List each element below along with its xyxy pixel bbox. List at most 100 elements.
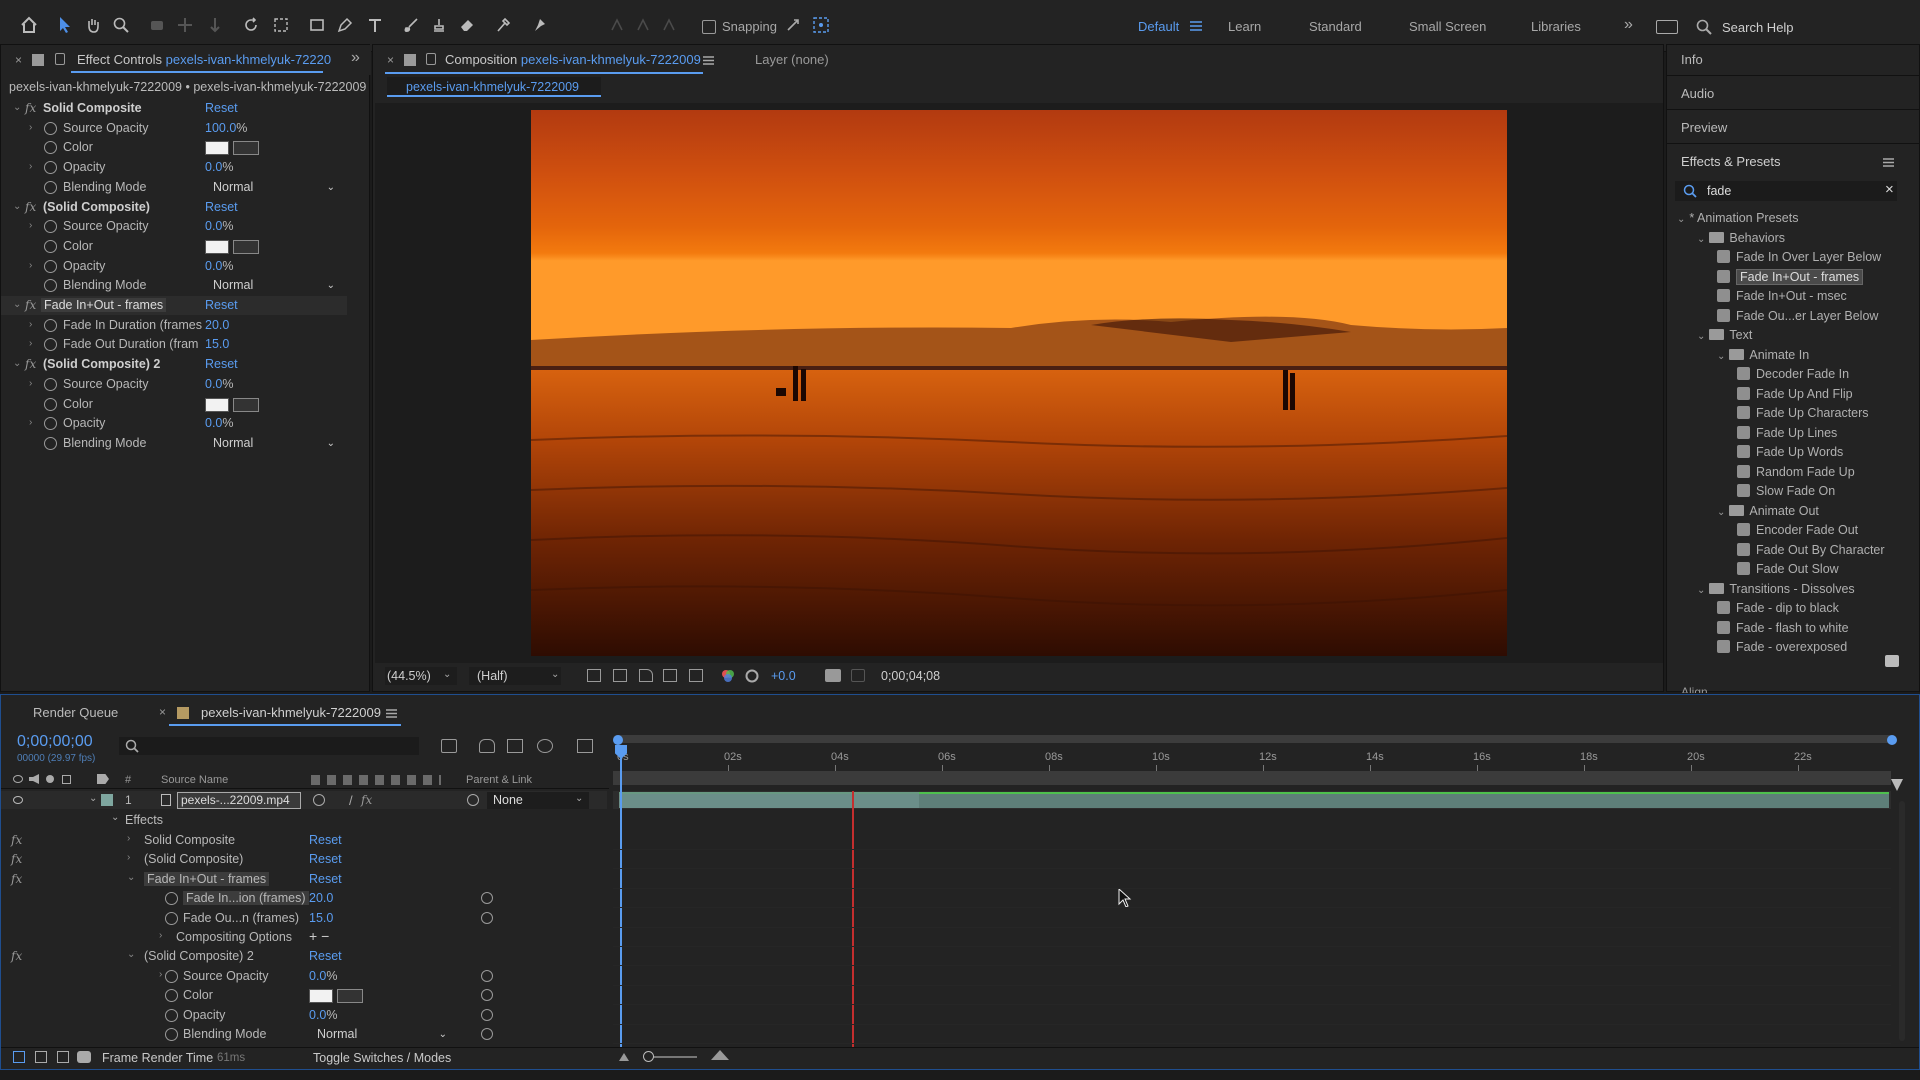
guides-grid-icon[interactable]: [689, 669, 703, 682]
comp-timecode[interactable]: 0;00;04;08: [881, 669, 940, 683]
stopwatch-icon[interactable]: [165, 1028, 178, 1041]
eyedropper-icon[interactable]: [337, 989, 363, 1004]
timeline-search-input[interactable]: [119, 737, 419, 755]
workspace-overflow-icon[interactable]: »: [1624, 16, 1633, 34]
color-swatch[interactable]: [205, 141, 229, 156]
keyframe-marker[interactable]: [620, 949, 623, 965]
effect-header-row[interactable]: ⌄ fx Fade In+Out - frames Reset: [1, 296, 347, 315]
stopwatch-icon[interactable]: [44, 279, 57, 293]
tab-render-queue[interactable]: Render Queue: [33, 705, 118, 720]
chevron-down-icon[interactable]: ⌄: [1677, 214, 1685, 225]
reset-button[interactable]: Reset: [309, 949, 342, 963]
blending-mode-dropdown[interactable]: Normal ⌄: [205, 277, 341, 294]
lock-icon[interactable]: [62, 775, 71, 784]
property-value[interactable]: 0.0%: [205, 160, 234, 174]
chevron-down-icon[interactable]: ⌄: [1697, 585, 1705, 596]
align-panel-tab[interactable]: Align: [1681, 685, 1708, 693]
reset-button[interactable]: Reset: [205, 200, 238, 214]
preset-item[interactable]: Fade Up Words: [1737, 445, 1843, 459]
clone-stamp-tool-icon[interactable]: [428, 14, 450, 36]
timeline-property-row[interactable]: fx ⌄ (Solid Composite) 2 Reset: [1, 947, 607, 966]
axis-local-icon[interactable]: [606, 14, 628, 36]
timeline-property-row[interactable]: › Source Opacity 0.0%: [1, 967, 607, 986]
fx-icon[interactable]: fx: [11, 833, 22, 847]
shy-layers-icon[interactable]: [507, 739, 523, 753]
preset-folder[interactable]: ⌄ Animate Out: [1717, 504, 1819, 518]
effect-property-row[interactable]: › Opacity 0.0%: [1, 158, 347, 177]
fx-icon[interactable]: fx: [11, 949, 22, 963]
axis-view-icon[interactable]: [658, 14, 680, 36]
zoom-slider-thumb[interactable]: [643, 1051, 654, 1062]
lock-icon[interactable]: [55, 53, 65, 65]
effect-header-row[interactable]: ⌄ fx Solid Composite Reset: [1, 99, 347, 118]
in-out-duration-icon[interactable]: [57, 1051, 69, 1063]
preview-panel-tab[interactable]: Preview: [1681, 120, 1727, 135]
keyframe-marker[interactable]: [620, 1027, 623, 1042]
info-panel-tab[interactable]: Info: [1681, 52, 1703, 67]
stopwatch-icon[interactable]: [44, 338, 57, 352]
orbit-camera-icon[interactable]: [146, 14, 168, 36]
sunset-video-frame[interactable]: [531, 110, 1507, 656]
chevron-down-icon[interactable]: ⌄: [127, 872, 135, 883]
audio-panel-tab[interactable]: Audio: [1681, 86, 1714, 101]
chevron-right-icon[interactable]: ›: [29, 338, 32, 349]
workspace-menu-icon[interactable]: [1190, 20, 1202, 32]
effect-property-row[interactable]: › Source Opacity 100.0%: [1, 119, 347, 138]
chevron-right-icon[interactable]: ›: [159, 930, 162, 941]
keyframe-marker[interactable]: [620, 930, 623, 945]
property-value[interactable]: 0.0%: [205, 259, 234, 273]
chevron-right-icon[interactable]: ›: [29, 260, 32, 271]
panel-menu-icon[interactable]: [703, 55, 714, 66]
panel-menu-icon[interactable]: [386, 708, 397, 719]
mask-visibility-icon[interactable]: [639, 669, 653, 682]
timeline-property-row[interactable]: Blending Mode Normal ⌄: [1, 1025, 607, 1044]
solo-icon[interactable]: [46, 775, 54, 783]
reset-button[interactable]: Reset: [205, 298, 238, 312]
show-snapshot-icon[interactable]: [851, 669, 865, 682]
preset-item[interactable]: Random Fade Up: [1737, 464, 1855, 479]
column-source-name[interactable]: Source Name: [161, 774, 228, 786]
dolly-camera-icon[interactable]: [204, 14, 226, 36]
quality-switch-icon[interactable]: /: [349, 793, 353, 808]
preset-item[interactable]: Fade - flash to white: [1717, 620, 1849, 635]
work-area-bar[interactable]: [613, 735, 1893, 743]
pen-tool-icon[interactable]: [334, 14, 356, 36]
fx-icon[interactable]: fx: [11, 852, 22, 866]
eye-icon[interactable]: [13, 796, 23, 804]
rectangle-tool-icon[interactable]: [306, 14, 328, 36]
workspace-standard[interactable]: Standard: [1309, 19, 1362, 34]
color-swatch[interactable]: [309, 989, 333, 1004]
preset-item[interactable]: Fade Up Characters: [1737, 406, 1869, 420]
keyframe-marker[interactable]: [620, 891, 623, 907]
reset-button[interactable]: Reset: [205, 357, 238, 371]
preset-item[interactable]: Fade Out Slow: [1737, 562, 1839, 576]
chevron-down-icon[interactable]: ⌄: [13, 358, 21, 369]
layer-label-color[interactable]: [101, 794, 113, 806]
reset-button[interactable]: Reset: [309, 872, 342, 886]
work-area-end-handle[interactable]: [1887, 735, 1897, 745]
add-remove-icon[interactable]: + −: [309, 928, 329, 944]
preset-folder[interactable]: ⌄ Transitions - Dissolves: [1697, 582, 1855, 596]
effect-property-row[interactable]: Color: [1, 395, 347, 414]
comp-flowchart-icon[interactable]: [441, 739, 457, 753]
preset-item[interactable]: Fade - overexposed: [1717, 640, 1847, 654]
stopwatch-icon[interactable]: [44, 239, 57, 253]
fx-icon[interactable]: fx: [25, 101, 36, 115]
tab-layer[interactable]: Layer (none): [755, 52, 829, 67]
chevron-right-icon[interactable]: ›: [29, 417, 32, 428]
preset-item[interactable]: Fade - dip to black: [1717, 601, 1839, 615]
keyframe-marker[interactable]: [620, 968, 623, 984]
stopwatch-icon[interactable]: [44, 318, 57, 332]
expression-pickwhip-icon[interactable]: [481, 969, 493, 982]
pan-behind-tool-icon[interactable]: [270, 14, 292, 36]
stopwatch-icon[interactable]: [44, 377, 57, 391]
stopwatch-icon[interactable]: [44, 161, 57, 175]
chevron-down-icon[interactable]: ⌄: [13, 299, 21, 310]
keyframe-marker[interactable]: [620, 852, 623, 868]
stopwatch-icon[interactable]: [44, 259, 57, 273]
keyframe-marker[interactable]: [620, 871, 623, 887]
reset-button[interactable]: Reset: [309, 852, 342, 866]
preset-folder[interactable]: ⌄ Behaviors: [1697, 231, 1785, 245]
transparency-grid-icon[interactable]: [613, 669, 627, 682]
close-icon[interactable]: ×: [15, 53, 22, 67]
